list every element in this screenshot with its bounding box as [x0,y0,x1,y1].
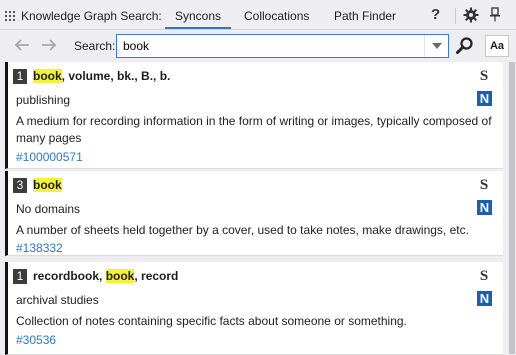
syncon-card[interactable]: 1 book, volume, bk., B., b. S N publishi… [5,62,503,169]
s-badge[interactable]: S [476,177,492,193]
lemma-text: recordbook, [33,269,106,283]
domain-label: archival studies [16,293,99,307]
search-combobox[interactable] [116,34,449,58]
dropdown-button[interactable] [424,35,448,57]
lemma-text: , record [134,269,179,283]
gloss-text: A number of sheets held together by a co… [16,223,469,237]
lemma-text: , volume, bk., B., b. [61,69,171,83]
tab-syncons[interactable]: Syncons [164,9,232,29]
lemma-list: book [33,178,62,192]
n-badge[interactable]: N [477,200,492,215]
help-button[interactable]: ? [431,6,440,23]
search-icon[interactable] [455,36,475,56]
panel-title: Knowledge Graph Search: [21,9,162,23]
syncon-card[interactable]: 3 book S N No domains A number of sheets… [5,171,503,256]
count-badge: 3 [13,178,27,193]
tab-collocations[interactable]: Collocations [244,9,309,23]
syncon-id-link[interactable]: #100000571 [16,150,83,164]
results-list: 1 book, volume, bk., B., b. S N publishi… [5,62,508,355]
search-input[interactable] [123,38,423,54]
count-badge: 1 [13,269,27,284]
lemma-list: recordbook, book, record [33,269,178,283]
scrollbar-thumb[interactable] [509,62,515,354]
grip-icon [5,11,17,23]
domain-label: publishing [16,93,71,107]
back-arrow-icon[interactable] [13,38,31,52]
toolbar-divider [455,8,456,24]
search-row: Search: Aa [0,31,516,61]
lemma-highlight: book [33,178,62,192]
forward-arrow-icon[interactable] [40,38,58,52]
chevron-down-icon [432,43,442,49]
syncon-id-link[interactable]: #138332 [16,241,63,255]
syncon-id-link[interactable]: #30536 [16,333,56,347]
n-badge[interactable]: N [477,91,492,106]
lemma-highlight: book [105,269,135,283]
count-badge: 1 [13,69,27,84]
s-badge[interactable]: S [476,68,492,84]
lemma-list: book, volume, bk., B., b. [33,69,170,83]
pin-icon[interactable] [489,7,501,23]
tab-path-finder[interactable]: Path Finder [334,9,396,23]
syncon-card[interactable]: 1 recordbook, book, record S N archival … [5,262,503,355]
s-badge[interactable]: S [476,268,492,284]
gloss-text: A medium for recording information in th… [16,114,492,145]
gloss-text: Collection of notes containing specific … [16,314,407,328]
domain-label: No domains [16,202,81,216]
search-label: Search: [74,39,116,53]
n-badge[interactable]: N [477,291,492,306]
top-bar: Knowledge Graph Search: Syncons Collocat… [0,0,516,30]
lemma-highlight: book [33,69,62,83]
gear-icon[interactable] [463,7,479,23]
match-case-button[interactable]: Aa [485,35,509,57]
vertical-scrollbar[interactable] [508,62,516,355]
